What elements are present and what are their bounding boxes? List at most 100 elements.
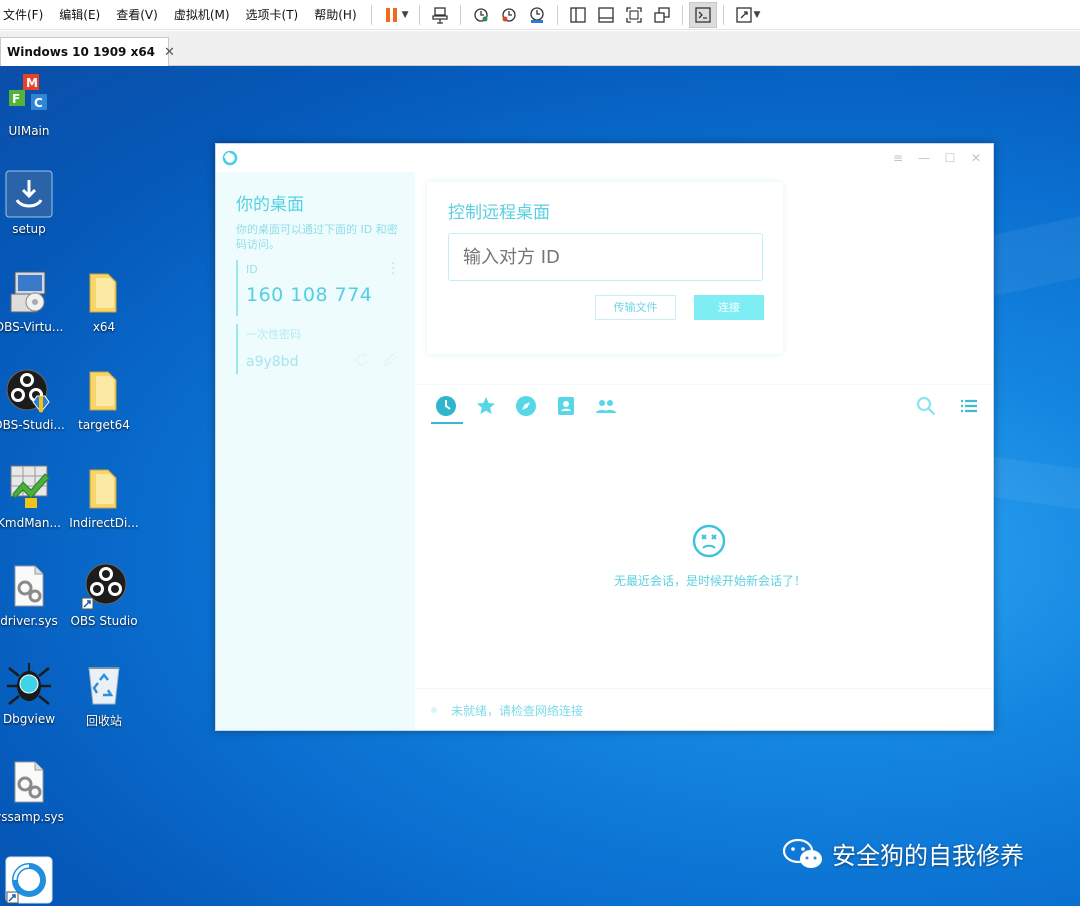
desktop-icon-target64[interactable]: target64	[64, 366, 144, 432]
recycle-bin-icon	[80, 660, 128, 708]
desktop-icon-dbgview[interactable]: Dbgview	[0, 660, 69, 726]
favorites-star-icon[interactable]	[475, 395, 497, 417]
group-people-icon[interactable]	[595, 395, 617, 417]
unity-icon	[653, 6, 670, 23]
desktop-icon-indirectdisplay[interactable]: IndirectDi...	[64, 464, 144, 530]
desktop-icon-uimain[interactable]: MFC UIMain	[0, 72, 69, 138]
id-block: ID 160 108 774 · · ·	[236, 258, 398, 316]
password-label: 一次性密码	[246, 328, 301, 341]
menu-view[interactable]: 查看(V)	[108, 0, 166, 30]
desktop-icon-label: IndirectDi...	[69, 516, 139, 530]
window-controls: ≡ — ☐ ✕	[885, 148, 989, 168]
transfer-file-button[interactable]: 传输文件	[595, 295, 676, 320]
maximize-icon[interactable]: ☐	[937, 148, 963, 168]
pause-icon	[385, 7, 397, 22]
discover-compass-icon[interactable]	[515, 395, 537, 417]
bug-icon	[5, 660, 53, 708]
sad-face-icon	[692, 524, 726, 558]
snapshot-icon	[473, 7, 488, 22]
your-desktop-description: 你的桌面可以通过下面的 ID 和密码访问。	[236, 223, 398, 251]
desktop-icon-recycle-bin[interactable]: 回收站	[64, 660, 144, 729]
desktop-icon-label: Dbgview	[2, 712, 56, 726]
show-library-button[interactable]	[564, 2, 592, 28]
wechat-watermark: 安全狗的自我修养	[782, 836, 1024, 871]
revert-snapshot-button[interactable]	[495, 2, 523, 28]
folder-icon	[80, 268, 128, 316]
refresh-icon[interactable]	[354, 352, 370, 368]
console-view-button[interactable]	[688, 1, 717, 28]
svg-text:F: F	[12, 92, 20, 106]
fullscreen-button[interactable]	[620, 2, 648, 28]
stretch-icon	[735, 6, 752, 23]
mfc-app-icon: MFC	[5, 72, 53, 120]
svg-text:M: M	[26, 76, 38, 90]
peer-id-input[interactable]	[448, 233, 763, 281]
address-book-icon[interactable]	[555, 395, 577, 417]
desktop-icon-label: vssamp.sys	[0, 810, 64, 824]
snapshot-manager-button[interactable]	[523, 2, 551, 28]
obs-icon	[5, 366, 53, 414]
desktop-icon-label: OBS Studio	[70, 614, 138, 628]
stretch-dropdown-icon[interactable]: ▼	[754, 10, 761, 20]
menu-tabs[interactable]: 选项卡(T)	[238, 0, 307, 30]
search-icon[interactable]	[915, 395, 937, 417]
session-tabs	[415, 384, 993, 424]
app-titlebar[interactable]: ≡ — ☐ ✕	[216, 144, 993, 172]
your-desktop-panel: 你的桌面 你的桌面可以通过下面的 ID 和密码访问。 ID 160 108 77…	[216, 172, 415, 730]
pause-dropdown-icon[interactable]: ▼	[402, 10, 409, 20]
desktop-icon-obs-studio-installer[interactable]: OBS-Studi...	[0, 366, 69, 432]
desktop-icon-label: x64	[92, 320, 116, 334]
password-block: 一次性密码 a9y8bd	[236, 324, 398, 374]
desktop-icon-label: KmdMan...	[0, 516, 61, 530]
sidebar-layout-icon	[569, 6, 586, 23]
more-options-icon[interactable]: · · ·	[388, 258, 398, 281]
menu-icon[interactable]: ≡	[885, 148, 911, 168]
close-icon[interactable]: ✕	[963, 148, 989, 168]
desktop-icon-setup[interactable]: setup	[0, 170, 69, 236]
control-remote-card: 控制远程桌面 传输文件 连接	[427, 182, 783, 354]
minimize-icon[interactable]: —	[911, 148, 937, 168]
watermark-text: 安全狗的自我修养	[832, 842, 1024, 870]
vm-tab-close-icon[interactable]: ✕	[164, 45, 175, 60]
desktop-icon-label: 回收站	[85, 714, 122, 728]
snapshot-button[interactable]	[467, 2, 495, 28]
bottom-layout-icon	[597, 6, 614, 23]
obs-icon	[80, 562, 128, 610]
desktop-icon-label: UIMain	[8, 124, 50, 138]
edit-icon[interactable]	[382, 352, 398, 368]
menu-vm[interactable]: 虚拟机(M)	[166, 0, 238, 30]
list-view-icon[interactable]	[957, 395, 979, 417]
remote-desktop-app-icon	[5, 856, 53, 904]
desktop-icon-x64[interactable]: x64	[64, 268, 144, 334]
terminal-icon	[694, 6, 711, 23]
active-tab-indicator	[431, 422, 463, 424]
menu-help[interactable]: 帮助(H)	[306, 0, 364, 30]
connect-button[interactable]: 连接	[694, 295, 764, 320]
desktop-icon-label: driver.sys	[0, 614, 58, 628]
toolbar-separator	[681, 4, 683, 25]
show-thumbnail-bar-button[interactable]	[592, 2, 620, 28]
fullscreen-icon	[625, 6, 642, 23]
menu-edit[interactable]: 编辑(E)	[51, 0, 108, 30]
desktop-icon-vssamp-sys[interactable]: vssamp.sys	[0, 758, 69, 824]
status-indicator	[431, 707, 437, 713]
desktop-icon-label: target64	[78, 418, 130, 432]
unity-button[interactable]	[648, 2, 676, 28]
desktop-icon-label: OBS-Studi...	[0, 418, 65, 432]
id-value[interactable]: 160 108 774	[246, 284, 398, 306]
send-keys-button[interactable]	[426, 2, 454, 28]
empty-sessions-message: 无最近会话，是时候开始新会话了！	[613, 574, 806, 588]
snapshot-manager-icon	[529, 6, 544, 23]
desktop-icon-driver-sys[interactable]: driver.sys	[0, 562, 69, 628]
recent-clock-icon[interactable]	[435, 395, 457, 417]
status-bar: 未就绪，请检查网络连接	[415, 688, 993, 730]
status-text: 未就绪，请检查网络连接	[451, 704, 584, 718]
desktop-icon-obs-virtual[interactable]: OBS-Virtu...	[0, 268, 69, 334]
desktop-icon-obs-studio[interactable]: OBS Studio	[64, 562, 144, 628]
menu-file[interactable]: 文件(F)	[0, 0, 51, 30]
vm-tab-windows10[interactable]: Windows 10 1909 x64 ✕	[0, 37, 175, 66]
desktop-icon-remote-desktop[interactable]	[0, 856, 69, 904]
folder-icon	[80, 464, 128, 512]
id-label: ID	[246, 263, 258, 276]
desktop-icon-kmdmanager[interactable]: KmdMan...	[0, 464, 69, 530]
